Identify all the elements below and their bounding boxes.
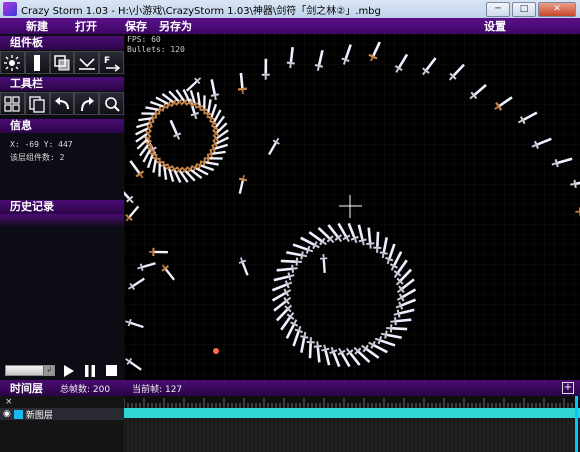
menu-save-as[interactable]: 另存为: [159, 18, 192, 34]
left-panel: 组件板 F 工具栏 信息 X: -69 Y: 447 该层组件数: 2 历史记录…: [0, 34, 124, 380]
history-header-bg: [0, 214, 124, 228]
total-frames: 总帧数: 200: [60, 384, 111, 395]
menu-save[interactable]: 保存: [125, 18, 147, 34]
frame-ruler[interactable]: [124, 396, 580, 408]
components-header: 组件板: [0, 36, 124, 50]
window-title: Crazy Storm 1.03 - H:\小游戏\CrazyStorm 1.0…: [21, 5, 381, 17]
close-button[interactable]: ✕: [538, 1, 576, 17]
emitter-icon[interactable]: [0, 51, 25, 74]
slider-thumb[interactable]: ↲: [43, 366, 54, 375]
menu-new[interactable]: 新建: [26, 18, 48, 34]
menu-settings[interactable]: 设置: [484, 18, 506, 34]
mask-icon[interactable]: [49, 51, 75, 74]
menu-open[interactable]: 打开: [75, 18, 97, 34]
fps-counter: FPS: 60: [127, 35, 161, 44]
close-timeline-icon[interactable]: ×: [5, 397, 13, 407]
zoom-icon[interactable]: [99, 92, 124, 115]
undo-icon[interactable]: [49, 92, 75, 115]
toolbar-row: [0, 92, 124, 115]
layer-name: 新图层: [25, 410, 53, 421]
layer-row[interactable]: ◉ 新图层: [0, 408, 124, 421]
bullet-field: [124, 34, 580, 380]
layer-list: × ◉ 新图层: [0, 396, 124, 452]
title-bar: Crazy Storm 1.03 - H:\小游戏\CrazyStorm 1.0…: [0, 0, 580, 18]
layer-component-count: 该层组件数: 2: [10, 153, 65, 162]
maximize-button[interactable]: □: [512, 1, 536, 17]
components-row: F: [0, 51, 124, 74]
timeline-grid: [124, 418, 577, 452]
timeline-title: 时间层: [10, 382, 43, 395]
redo-icon[interactable]: [74, 92, 100, 115]
grid-icon[interactable]: [0, 92, 25, 115]
timeline-body: × ◉ 新图层: [0, 396, 580, 452]
play-button[interactable]: [62, 364, 76, 377]
layer-track[interactable]: [124, 408, 580, 418]
pause-button[interactable]: [83, 364, 97, 377]
menu-bar: 新建 打开 保存 另存为 设置: [0, 18, 580, 34]
force-field-icon[interactable]: F: [99, 51, 124, 74]
speed-slider[interactable]: ↲: [5, 365, 55, 376]
app-icon: [3, 2, 17, 16]
eye-icon[interactable]: ◉: [3, 409, 11, 419]
laser-icon[interactable]: [24, 51, 50, 74]
info-header: 信息: [0, 119, 124, 133]
toolbar-header: 工具栏: [0, 77, 124, 91]
copy-icon[interactable]: [24, 92, 50, 115]
player-dot: [213, 348, 219, 354]
history-header: 历史记录: [0, 200, 124, 214]
rebound-icon[interactable]: [74, 51, 100, 74]
preview-canvas[interactable]: FPS: 60 Bullets: 120: [124, 34, 580, 380]
stop-button[interactable]: [104, 364, 118, 377]
bullet-counter: Bullets: 120: [127, 45, 185, 54]
frame-cursor[interactable]: [575, 396, 578, 452]
current-frame: 当前帧: 127: [132, 384, 183, 395]
timeline-header: 时间层 总帧数: 200 当前帧: 127 +: [0, 380, 580, 396]
minimize-button[interactable]: ─: [486, 1, 510, 17]
cursor-coords: X: -69 Y: 447: [10, 140, 73, 149]
playback-controls: ↲: [0, 362, 124, 379]
layer-color-swatch[interactable]: [13, 409, 23, 419]
svg-text:F: F: [104, 56, 110, 66]
add-layer-button[interactable]: +: [562, 382, 574, 394]
